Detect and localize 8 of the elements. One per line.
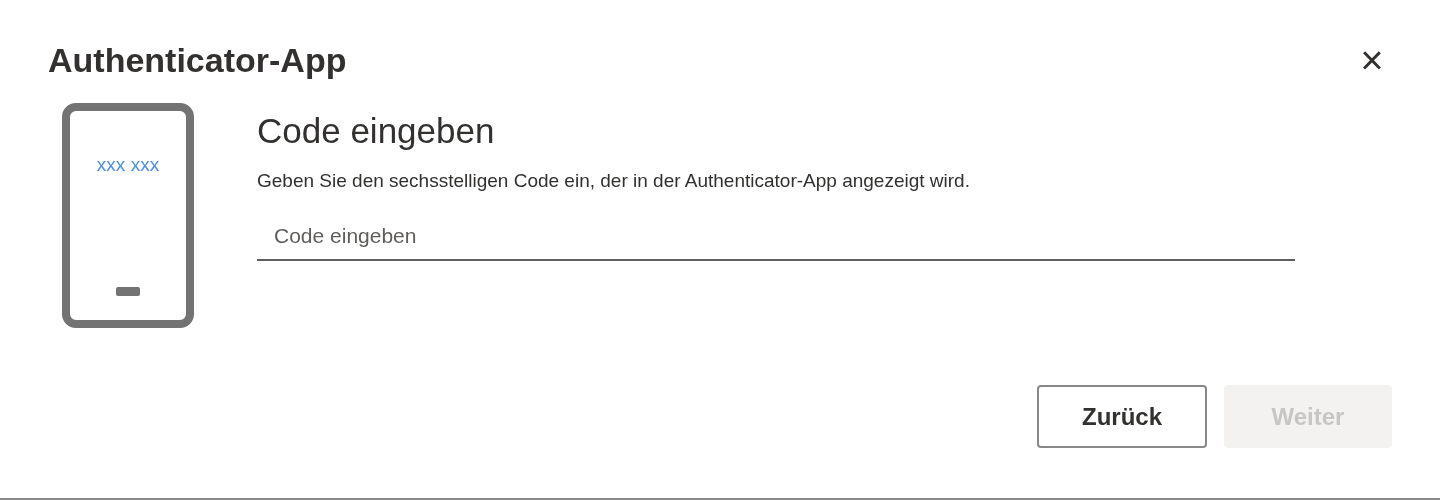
heading: Code eingeben	[257, 110, 496, 152]
code-input-field[interactable]: Code eingeben	[257, 213, 1295, 261]
description: Geben Sie den sechsstelligen Code ein, der in der Authenticator-App angezeigt wird.	[257, 169, 971, 193]
home-button-icon	[116, 287, 140, 296]
close-button[interactable]: ×	[1352, 40, 1392, 80]
code-placeholder-text: xxx xxx	[96, 153, 160, 177]
back-button[interactable]: Zurück	[1037, 385, 1207, 448]
dialog-title: Authenticator-App	[48, 40, 347, 81]
